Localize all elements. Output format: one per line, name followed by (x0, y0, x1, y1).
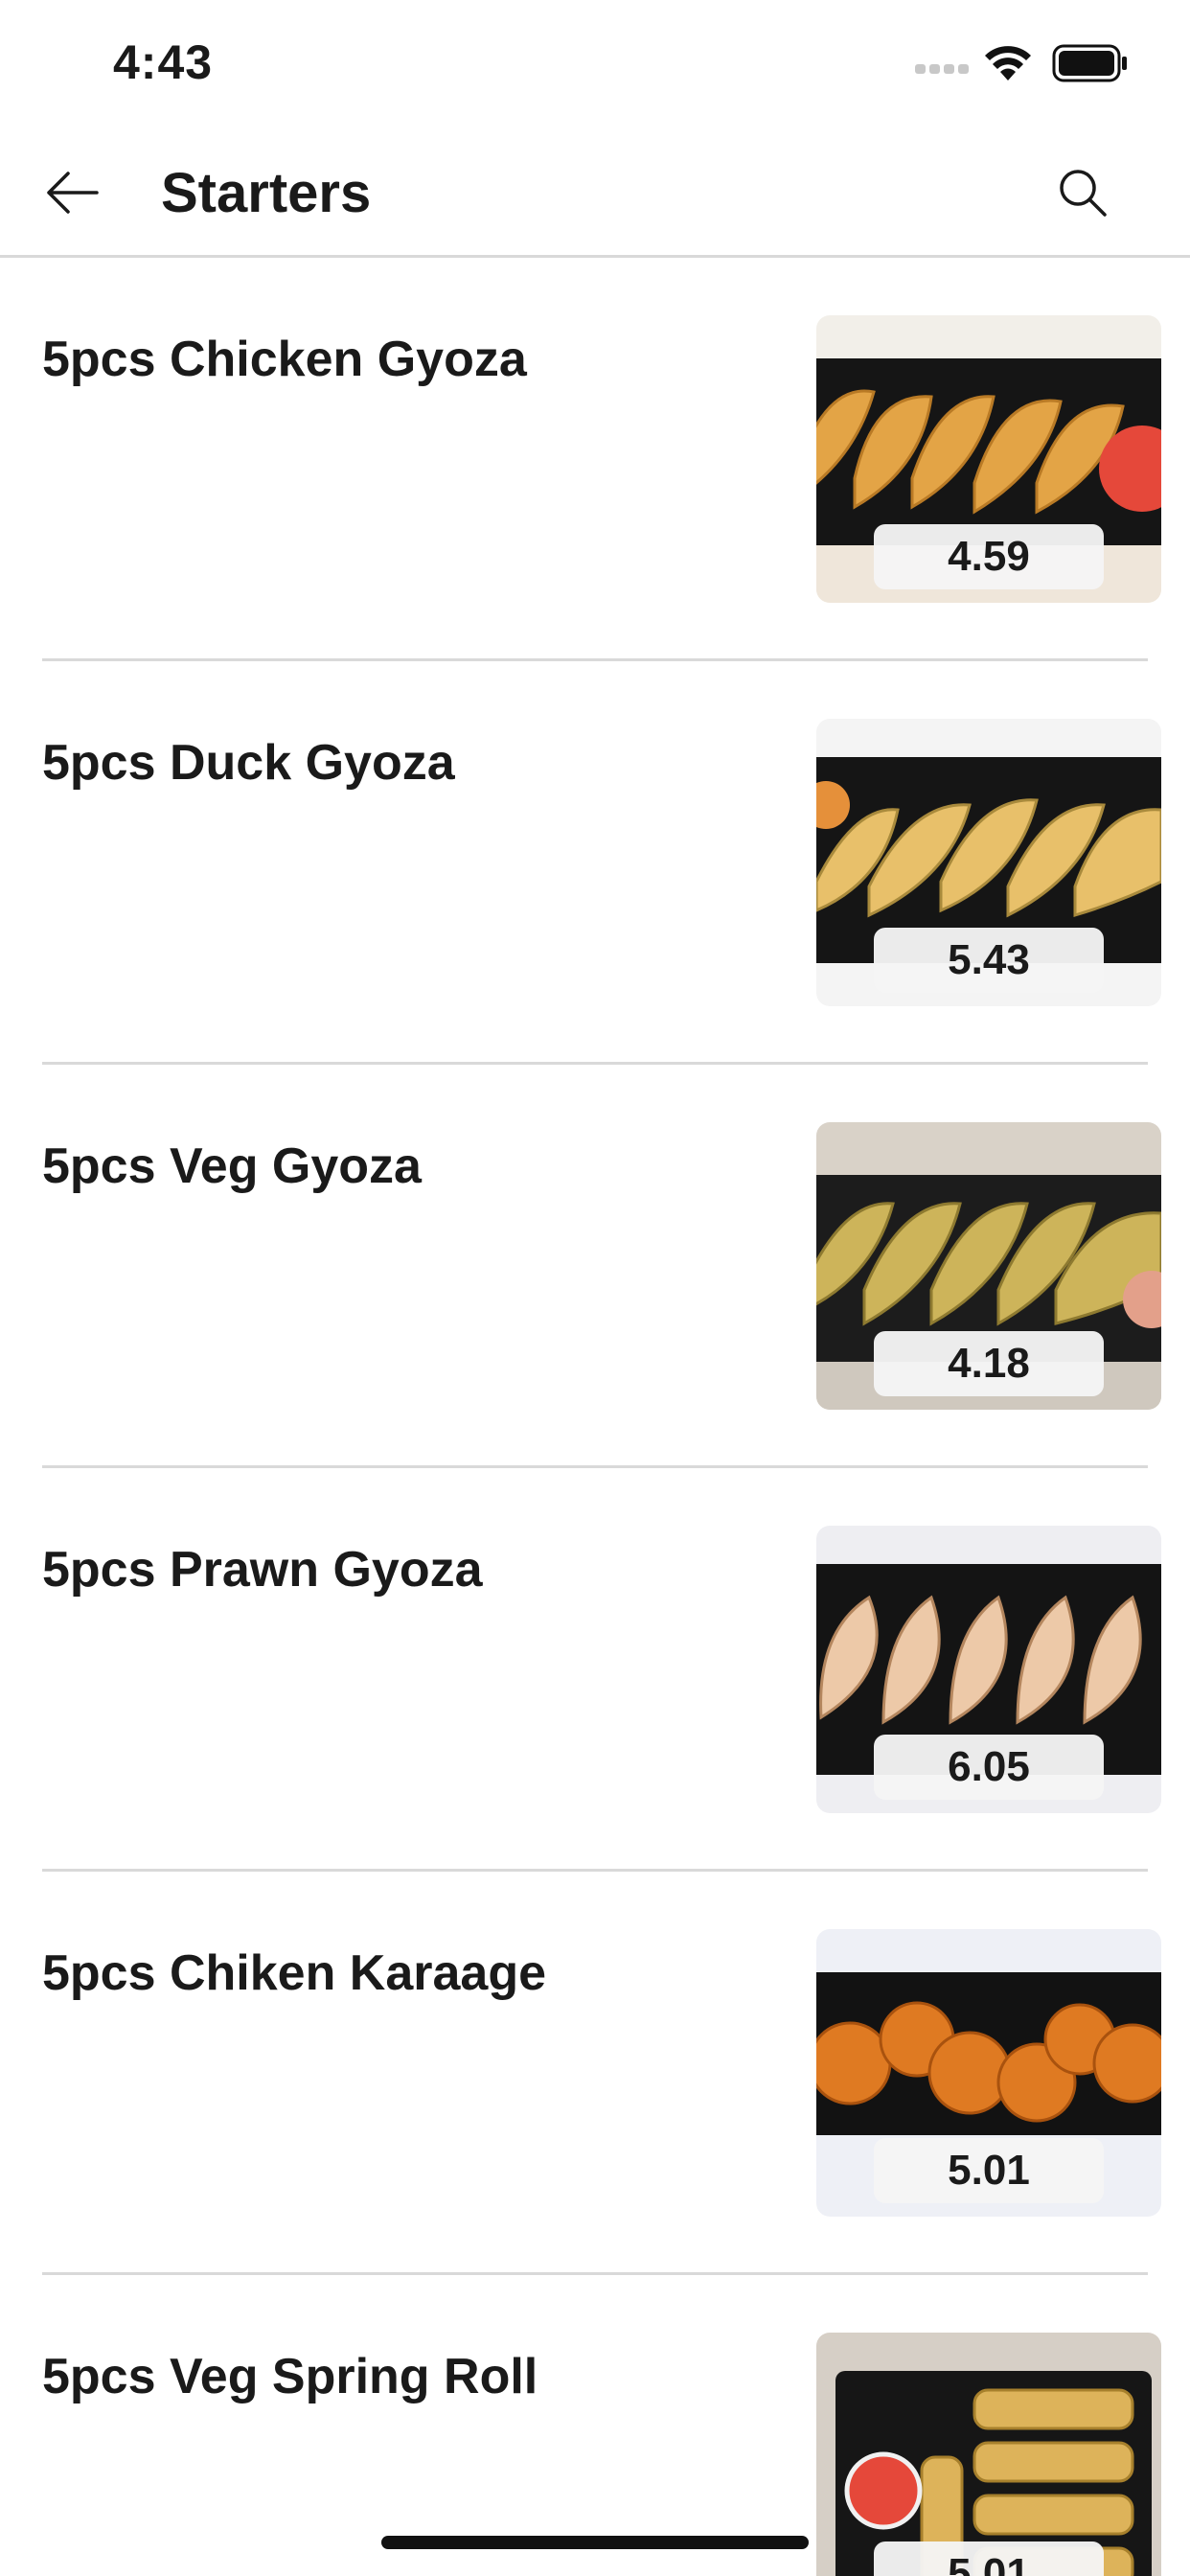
menu-item[interactable]: 5pcs Prawn Gyoza 6.05 (0, 1468, 1190, 1872)
menu-item[interactable]: 5pcs Duck Gyoza 5.43 (0, 661, 1190, 1065)
status-time: 4:43 (113, 35, 214, 89)
page-title: Starters (161, 162, 372, 224)
duck-gyoza-photo[interactable]: 5.43 (816, 719, 1161, 1006)
price-badge: 5.01 (874, 2138, 1104, 2203)
item-name: 5pcs Veg Gyoza (42, 1138, 422, 1194)
chicken-karaage-photo[interactable]: 5.01 (816, 1929, 1161, 2217)
home-indicator[interactable] (381, 2536, 809, 2549)
veg-spring-roll-photo[interactable]: 5.01 (816, 2333, 1161, 2576)
item-name: 5pcs Chicken Gyoza (42, 332, 527, 387)
menu-item[interactable]: 5pcs Chicken Gyoza 4.59 (0, 258, 1190, 661)
wifi-icon (982, 42, 1034, 87)
item-name: 5pcs Chiken Karaage (42, 1945, 547, 2001)
chicken-gyoza-photo[interactable]: 4.59 (816, 315, 1161, 603)
back-button[interactable] (38, 159, 105, 226)
prawn-gyoza-photo[interactable]: 6.05 (816, 1526, 1161, 1813)
price-badge: 6.05 (874, 1735, 1104, 1800)
price-badge: 5.01 (874, 2542, 1104, 2576)
price-badge: 4.18 (874, 1331, 1104, 1396)
menu-item-list[interactable]: 5pcs Chicken Gyoza 4.59 5pcs Duck Gyoza (0, 258, 1190, 2576)
menu-item[interactable]: 5pcs Veg Spring Roll 5.01 (0, 2275, 1190, 2576)
menu-item[interactable]: 5pcs Chiken Karaage 5.01 (0, 1872, 1190, 2275)
search-icon (1060, 170, 1107, 217)
price-badge: 5.43 (874, 928, 1104, 993)
veg-gyoza-photo[interactable]: 4.18 (816, 1122, 1161, 1410)
item-name: 5pcs Prawn Gyoza (42, 1542, 483, 1598)
item-name: 5pcs Veg Spring Roll (42, 2349, 538, 2404)
item-name: 5pcs Duck Gyoza (42, 735, 455, 791)
arrow-left-icon (47, 172, 99, 214)
price-badge: 4.59 (874, 524, 1104, 589)
nav-header: Starters (0, 134, 1190, 258)
battery-icon (1052, 44, 1129, 87)
search-button[interactable] (1049, 159, 1116, 226)
menu-item[interactable]: 5pcs Veg Gyoza 4.18 (0, 1065, 1190, 1468)
cellular-signal-icon (915, 61, 971, 80)
status-bar: 4:43 (0, 0, 1190, 134)
